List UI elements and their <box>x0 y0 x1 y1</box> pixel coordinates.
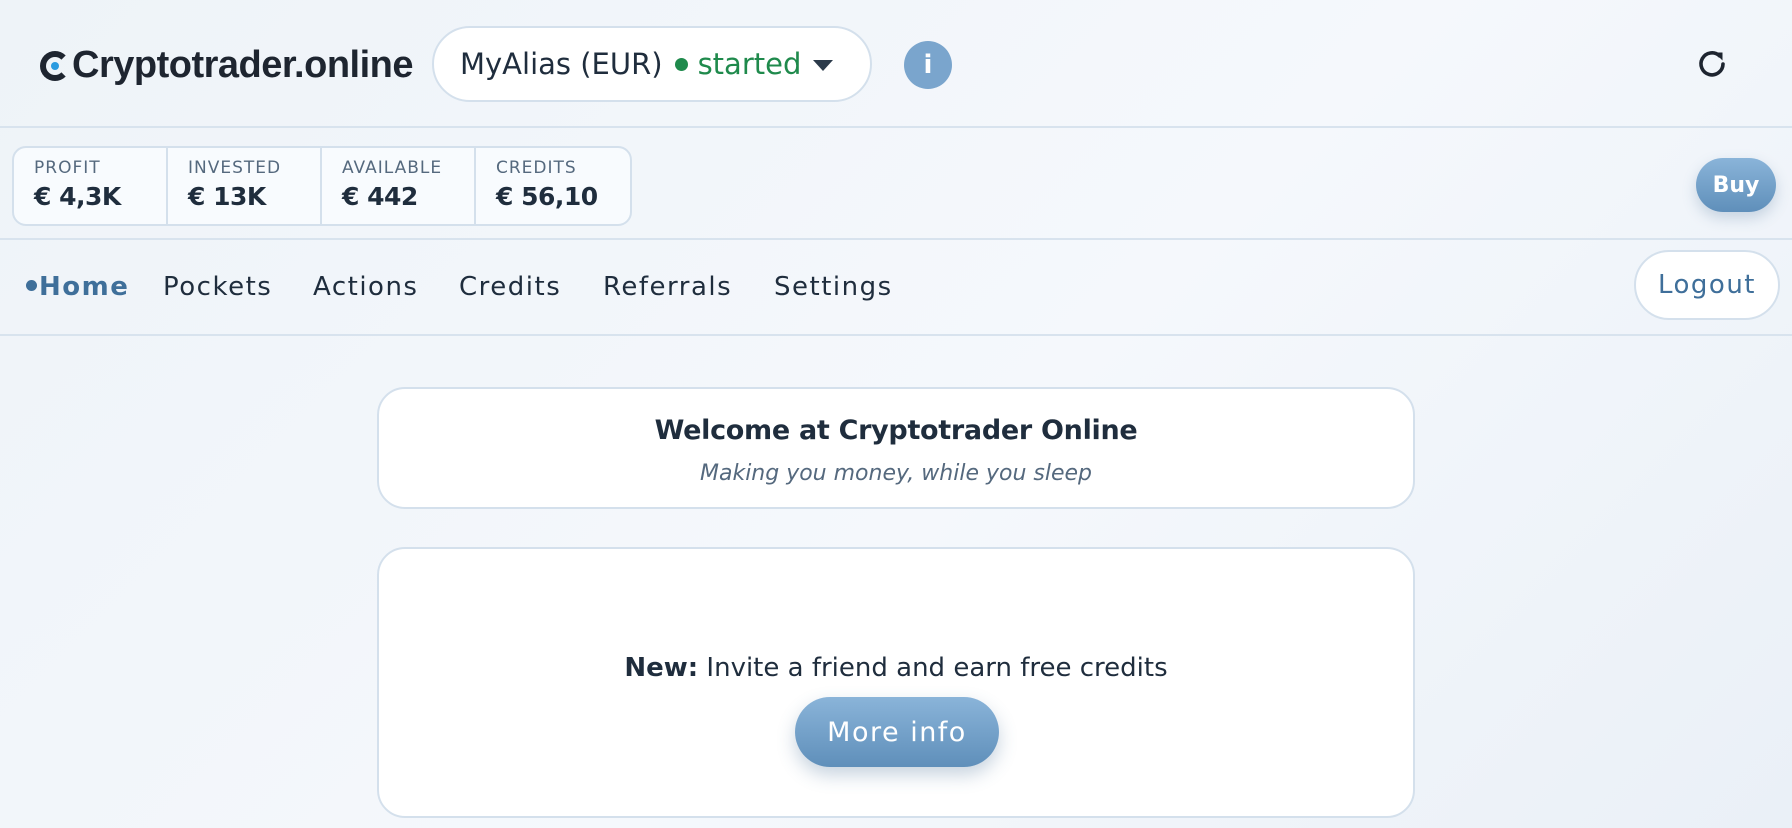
pocket-status: started <box>697 47 802 81</box>
stat-profit: PROFIT € 4,3K <box>14 148 168 224</box>
stat-label: AVAILABLE <box>342 158 443 178</box>
stat-label: INVESTED <box>188 158 282 178</box>
promo-card: New: Invite a friend and earn free credi… <box>377 547 1415 818</box>
welcome-card: Welcome at Cryptotrader Online Making yo… <box>377 387 1415 509</box>
status-dot-icon <box>674 57 688 71</box>
nav-item-home[interactable]: Home <box>26 272 129 302</box>
promo-text: New: Invite a friend and earn free credi… <box>379 653 1413 683</box>
buy-button[interactable]: Buy <box>1696 158 1776 212</box>
logo-mark-icon <box>40 51 70 81</box>
promo-message: Invite a friend and earn free credits <box>698 653 1168 683</box>
top-bar: Cryptotrader.online MyAlias (EUR) starte… <box>0 0 1792 128</box>
nav-item-settings[interactable]: Settings <box>774 272 893 302</box>
stat-value: € 442 <box>342 182 418 211</box>
stat-label: CREDITS <box>496 158 577 178</box>
nav-item-label: Home <box>39 272 130 302</box>
stat-value: € 56,10 <box>496 182 598 211</box>
stats-bar: PROFIT € 4,3K INVESTED € 13K AVAILABLE €… <box>0 128 1792 240</box>
nav-item-referrals[interactable]: Referrals <box>603 272 732 302</box>
stat-credits: CREDITS € 56,10 <box>476 148 630 224</box>
brand-name: Cryptotrader.online <box>72 43 414 86</box>
welcome-subtitle: Making you money, while you sleep <box>699 461 1092 486</box>
stat-value: € 13K <box>188 182 266 211</box>
main-nav: Home Pockets Actions Credits Referrals S… <box>0 240 1792 336</box>
brand-logo[interactable]: Cryptotrader.online <box>40 40 414 90</box>
nav-item-credits[interactable]: Credits <box>459 272 561 302</box>
info-button[interactable]: i <box>904 41 952 89</box>
stat-value: € 4,3K <box>34 182 121 211</box>
more-info-button[interactable]: More info <box>795 697 999 767</box>
refresh-icon[interactable] <box>1694 46 1730 82</box>
promo-prefix: New: <box>624 653 699 683</box>
logout-button[interactable]: Logout <box>1634 250 1780 320</box>
pocket-selector[interactable]: MyAlias (EUR) started <box>432 26 872 102</box>
stat-label: PROFIT <box>34 158 101 178</box>
chevron-down-icon <box>813 60 834 71</box>
info-icon: i <box>923 50 933 80</box>
stat-invested: INVESTED € 13K <box>168 148 322 224</box>
welcome-title: Welcome at Cryptotrader Online <box>654 415 1138 446</box>
stats-panel: PROFIT € 4,3K INVESTED € 13K AVAILABLE €… <box>12 146 632 226</box>
nav-item-pockets[interactable]: Pockets <box>163 272 272 302</box>
pocket-alias: MyAlias (EUR) <box>460 47 663 81</box>
nav-item-actions[interactable]: Actions <box>313 272 418 302</box>
stat-available: AVAILABLE € 442 <box>322 148 476 224</box>
active-dot-icon <box>26 280 37 291</box>
